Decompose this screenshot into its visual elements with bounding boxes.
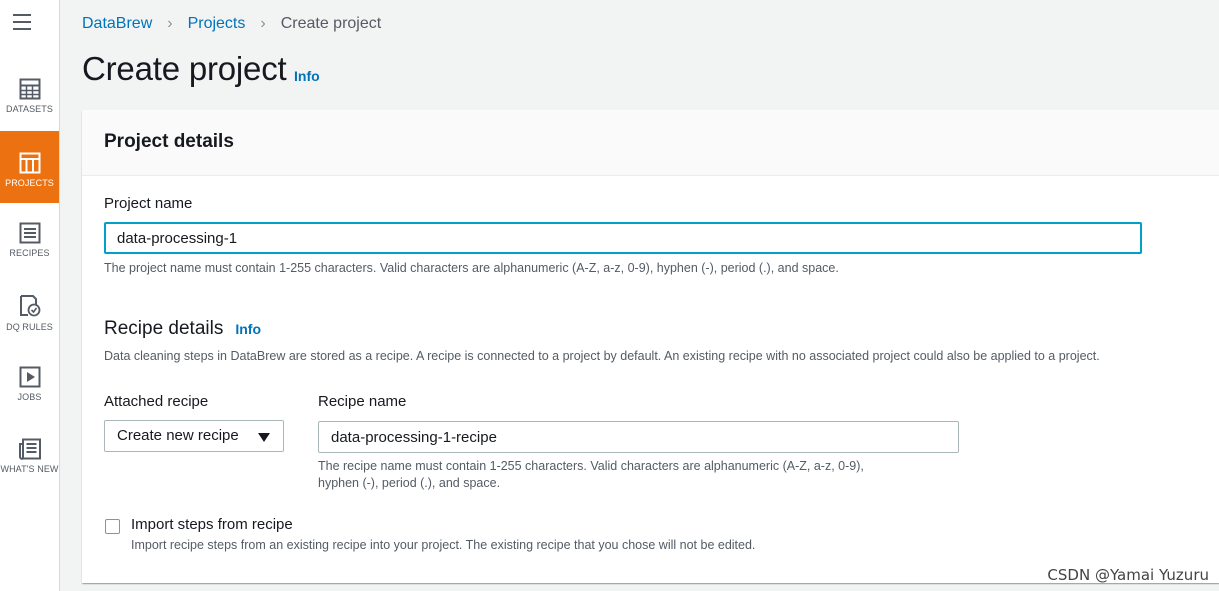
nav-label-jobs: JOBS [17,392,42,402]
nav-label-recipes: RECIPES [9,248,50,258]
page-title: Create project [82,50,287,87]
nav-label-projects: PROJECTS [5,178,54,188]
project-name-hint: The project name must contain 1-255 char… [104,261,839,275]
breadcrumb-projects[interactable]: Projects [188,15,246,33]
project-name-input[interactable] [104,222,1142,254]
watermark-text: CSDN @Yamai Yuzuru [1047,566,1209,584]
breadcrumb: DataBrew › Projects › Create project [82,15,381,33]
page-info-link[interactable]: Info [294,68,320,84]
caret-down-icon [258,433,270,442]
recipe-name-label: Recipe name [318,393,407,410]
panel-header: Project details [82,110,1219,176]
rule-check-icon [19,295,40,317]
play-icon [19,366,40,388]
attached-recipe-label: Attached recipe [104,393,209,410]
grid-icon [19,152,40,174]
import-steps-hint: Import recipe steps from an existing rec… [131,538,756,552]
table-icon [19,78,40,100]
attached-recipe-value: Create new recipe [117,427,239,444]
nav-item-dq-rules[interactable]: DQ RULES [0,294,59,366]
recipe-details-title: Recipe details [104,318,224,339]
attached-recipe-select[interactable]: Create new recipe [104,420,284,452]
chevron-right-icon: › [260,15,266,32]
recipe-info-link[interactable]: Info [235,321,261,337]
breadcrumb-databrew[interactable]: DataBrew [82,15,152,33]
side-navigation: DATASETS PROJECTS RECIPES DQ RULES JOBS … [0,0,60,591]
project-details-panel: Project details Project name The project… [82,110,1219,583]
breadcrumb-current: Create project [280,15,382,32]
project-name-label: Project name [104,195,193,212]
nav-label-whats-new: WHAT'S NEW [0,464,59,474]
panel-title: Project details [104,131,234,152]
recipe-details-heading: Recipe details Info [104,318,261,340]
nav-item-jobs[interactable]: JOBS [0,366,59,438]
recipe-details-description: Data cleaning steps in DataBrew are stor… [104,349,1100,363]
nav-item-projects[interactable]: PROJECTS [0,131,59,203]
menu-icon[interactable] [13,14,31,30]
import-steps-checkbox[interactable] [105,519,120,534]
chevron-right-icon: › [167,15,173,32]
import-steps-label[interactable]: Import steps from recipe [131,516,293,533]
recipe-name-hint-line1: The recipe name must contain 1-255 chara… [318,459,864,473]
recipe-name-hint-line2: hyphen (-), period (.), and space. [318,476,501,490]
recipe-name-input[interactable] [318,421,959,453]
list-icon [19,222,40,244]
nav-label-dq-rules: DQ RULES [6,322,53,332]
nav-item-whats-new[interactable]: WHAT'S NEW [0,438,59,510]
newspaper-icon [18,438,41,460]
nav-item-recipes[interactable]: RECIPES [0,222,59,294]
nav-label-datasets: DATASETS [6,104,53,114]
